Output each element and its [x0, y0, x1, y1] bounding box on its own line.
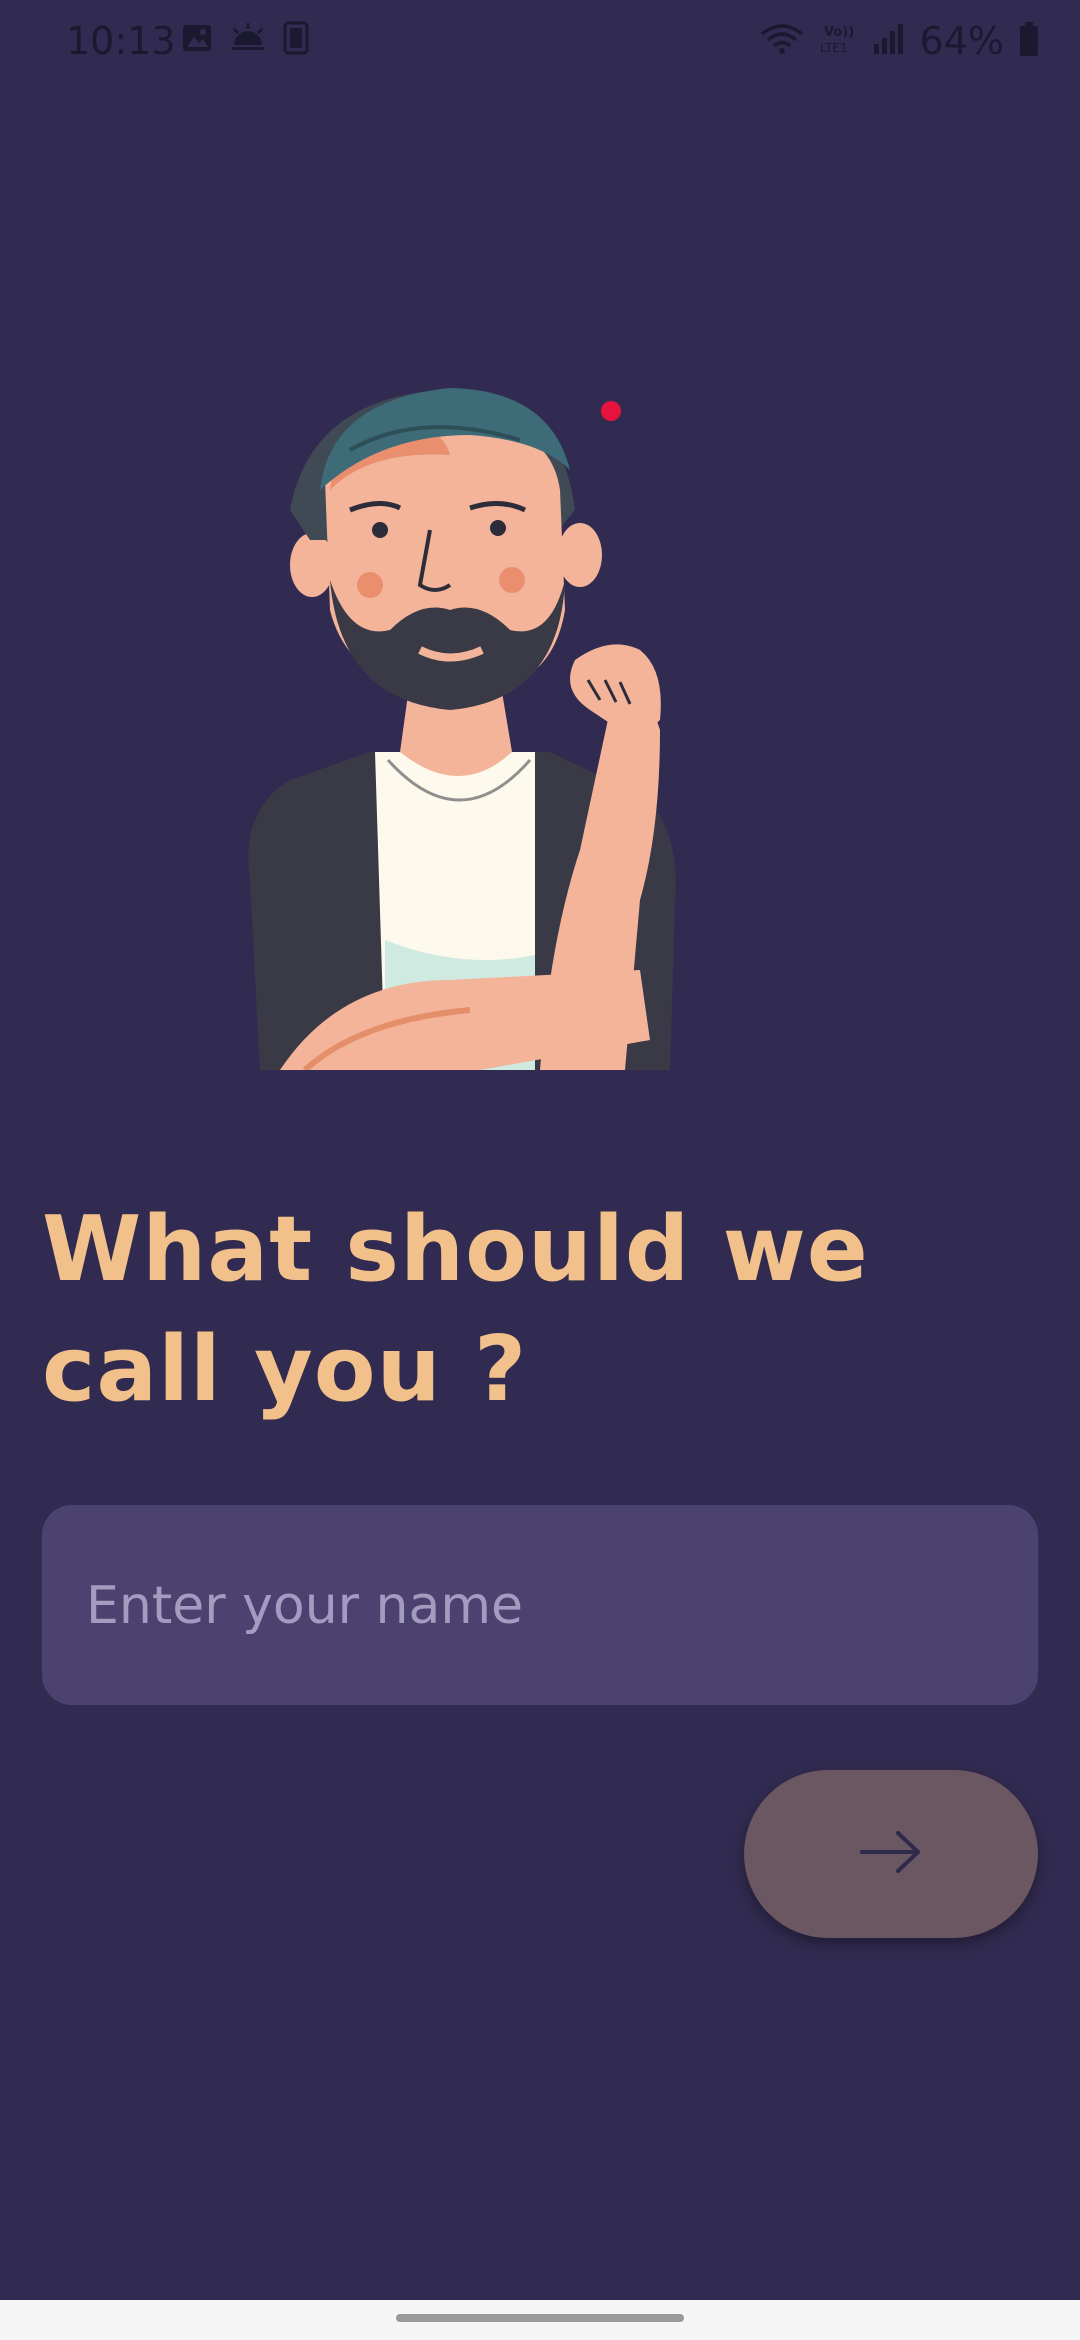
page-title-line2: call you ? — [42, 1317, 528, 1422]
thinking-man-illustration — [220, 380, 690, 1073]
system-navigation-bar — [0, 2300, 1080, 2340]
arrow-right-icon — [858, 1829, 924, 1879]
weather-icon — [228, 21, 268, 59]
status-bar: 10:13 Vo)) LTE1 64% — [0, 0, 1080, 84]
image-icon — [180, 21, 214, 59]
volte-icon: Vo)) LTE1 — [818, 22, 858, 60]
name-field[interactable] — [42, 1505, 1038, 1707]
clipboard-icon — [282, 20, 310, 60]
page-title: What should we call you ? — [42, 1190, 942, 1430]
home-gesture-handle[interactable] — [396, 2314, 684, 2322]
status-system-icons: Vo)) LTE1 64% — [760, 16, 1040, 66]
battery-icon — [1018, 21, 1040, 61]
svg-text:Vo)): Vo)) — [824, 25, 854, 40]
page-title-line1: What should we — [42, 1197, 869, 1302]
next-button[interactable] — [744, 1770, 1038, 1938]
status-time: 10:13 — [66, 19, 176, 63]
wifi-icon — [760, 22, 804, 60]
name-input[interactable] — [84, 1505, 988, 1707]
svg-text:LTE1: LTE1 — [820, 41, 848, 55]
status-notification-icons — [180, 20, 310, 60]
battery-percent: 64% — [919, 19, 1004, 63]
signal-icon — [872, 22, 906, 60]
